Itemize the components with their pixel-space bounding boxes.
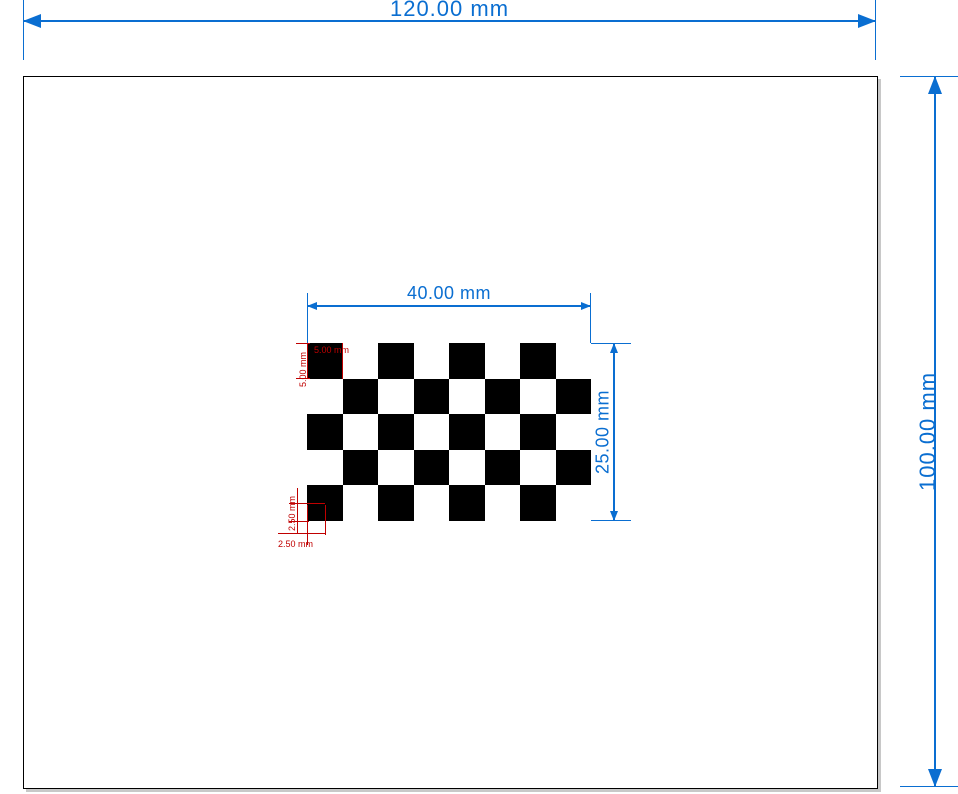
corner-width-dimension: 2.50 mm xyxy=(278,539,313,549)
checkerboard-pattern xyxy=(307,343,591,521)
pattern-height-label: 25.00 mm xyxy=(583,343,623,521)
drawing-canvas: 120.00 mm 100.00 mm 40.00 mm xyxy=(0,0,958,794)
page-width-label: 120.00 mm xyxy=(23,0,876,22)
square-width-label: 5.00 mm xyxy=(314,345,349,355)
pattern-height-dimension: 25.00 mm xyxy=(591,343,639,521)
corner-height-label: 2.50 mm xyxy=(287,496,297,531)
page-height-label: 100.00 mm xyxy=(900,76,956,787)
square-height-label: 5.00 mm xyxy=(298,352,308,387)
page-height-dimension: 100.00 mm xyxy=(900,76,958,787)
page-width-dimension: 120.00 mm xyxy=(23,0,876,60)
square-height-dimension: 5.00 mm xyxy=(298,352,308,387)
pattern-width-label: 40.00 mm xyxy=(307,283,591,304)
corner-width-label: 2.50 mm xyxy=(278,539,313,549)
pattern-width-dimension: 40.00 mm xyxy=(307,293,591,343)
square-width-dimension: 5.00 mm xyxy=(314,345,349,355)
corner-height-dimension: 2.50 mm xyxy=(287,496,297,531)
